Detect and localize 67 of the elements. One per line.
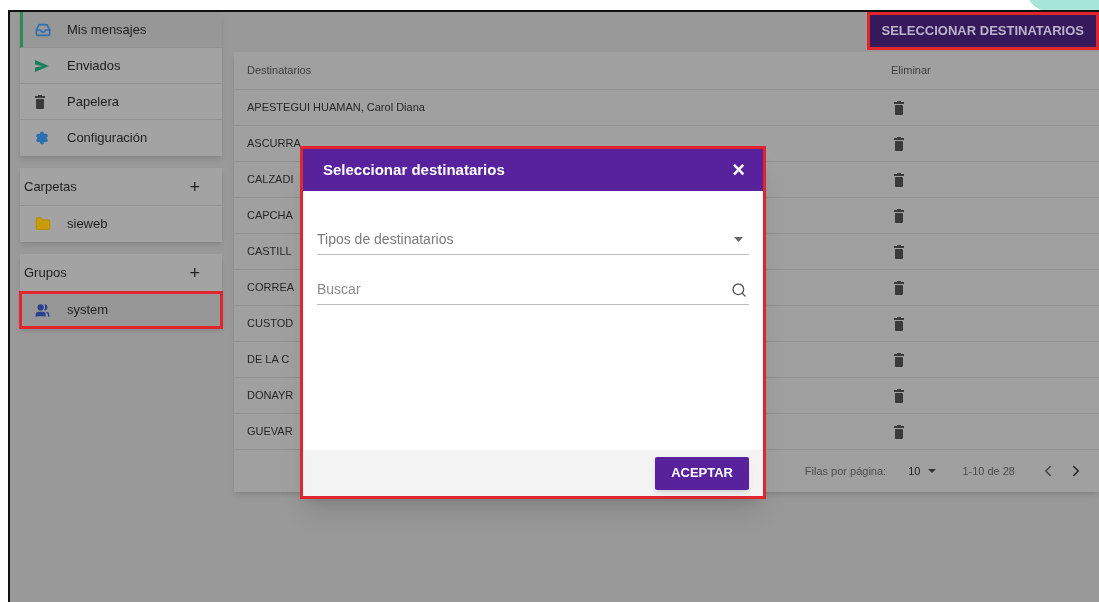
delete-button[interactable] [894,100,904,115]
item-label: Configuración [67,129,148,148]
trash-icon [894,280,904,295]
close-button[interactable]: × [732,159,745,181]
column-header: Destinatarios [246,63,313,79]
trash-icon [894,316,904,331]
table-cell-text: CALZADI [247,172,294,188]
delete-button[interactable] [894,136,904,151]
item-label: system [67,301,109,320]
sidebar-item[interactable]: Enviados [20,48,222,84]
caret-icon [734,237,743,242]
add-button[interactable]: + [189,177,200,196]
table-cell-text: DE LA C [247,352,290,368]
delete-button[interactable] [894,316,904,331]
sidebar-item[interactable]: Mis mensajes [20,12,222,48]
group-icon [35,302,50,318]
trash-icon [894,100,904,115]
sidebar-item[interactable]: sieweb [20,206,222,242]
search-icon [731,281,747,298]
recipient-type-select[interactable]: Tipos de destinatarios [317,225,749,255]
table-cell-text: CASTILL [247,244,292,260]
search-field[interactable]: Buscar [317,279,731,300]
delete-button[interactable] [894,388,904,403]
table-cell-text: CAPCHA [247,208,293,224]
section-title: Grupos [24,263,67,282]
page-range: 1-10 de 28 [962,463,1015,479]
trash-icon [894,136,904,151]
delete-button[interactable] [894,172,904,187]
delete-button[interactable] [894,352,904,367]
rows-per-page-label: Filas por página: [804,463,887,479]
table-cell-text: CORREA [247,280,295,296]
accept-button[interactable]: ACEPTAR [655,456,749,490]
trash-icon [894,388,904,403]
corner-shape [1029,0,1099,10]
sidebar-item[interactable]: Configuración [20,120,222,156]
sidebar-item[interactable]: system [20,292,222,328]
table-cell-text: DONAYR [247,388,294,404]
inbox-icon [35,21,51,38]
section-title: Carpetas [24,177,77,196]
rows-per-page-select[interactable]: 10 [908,462,937,480]
item-label: Mis mensajes [67,20,147,39]
item-label: Papelera [67,92,120,111]
trash-icon [35,94,45,109]
trash-icon [894,244,904,259]
column-header: Eliminar [890,63,932,79]
select-recipients-button[interactable]: SELECCIONAR DESTINATARIOS [866,12,1099,50]
item-label: sieweb [67,215,108,234]
trash-icon [894,352,904,367]
delete-button[interactable] [894,244,904,259]
table-cell-text: CUSTOD [247,316,294,332]
trash-icon [894,172,904,187]
table-cell-text: APESTEGUI HUAMAN, Carol Diana [247,100,425,116]
table-cell-text: ASCURRA [247,136,301,152]
folder-icon [35,216,51,232]
send-icon [35,59,49,72]
settings-icon [35,131,49,145]
delete-button[interactable] [894,280,904,295]
delete-button[interactable] [894,208,904,223]
dialog-title: Seleccionar destinatarios [323,159,505,180]
delete-button[interactable] [894,424,904,439]
add-button[interactable]: + [189,263,200,282]
caret-icon [928,469,937,473]
trash-icon [894,208,904,223]
trash-icon [894,424,904,439]
item-label: Enviados [67,56,121,75]
table-cell-text: GUEVAR [247,424,293,440]
sidebar-item[interactable]: Papelera [20,84,222,120]
